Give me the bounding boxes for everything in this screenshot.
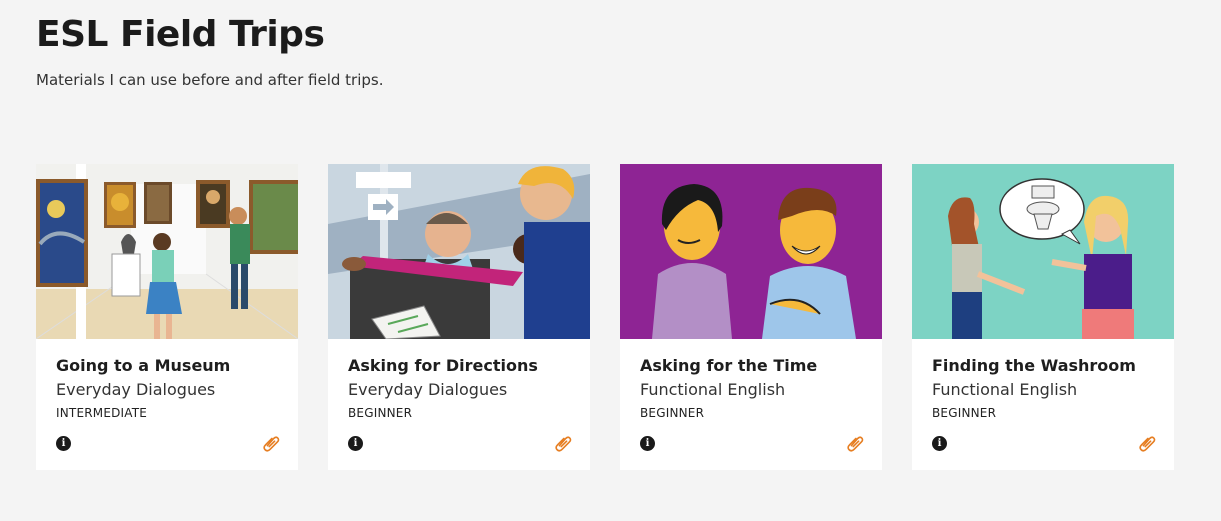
card-title[interactable]: Asking for the Time (640, 356, 817, 375)
card-title[interactable]: Going to a Museum (56, 356, 230, 375)
lesson-card[interactable]: Finding the Washroom Functional English … (912, 164, 1174, 470)
paperclip-icon[interactable] (554, 434, 572, 452)
card-category: Functional English (640, 380, 786, 399)
card-category: Functional English (932, 380, 1078, 399)
card-level: INTERMEDIATE (56, 406, 148, 420)
museum-gallery-illustration[interactable] (36, 164, 298, 339)
card-category: Everyday Dialogues (348, 380, 508, 399)
card-grid: Going to a Museum Everyday Dialogues INT… (36, 164, 1174, 470)
paperclip-icon[interactable] (846, 434, 864, 452)
lesson-card[interactable]: Asking for the Time Functional English B… (620, 164, 882, 470)
people-pointing-directions-illustration[interactable] (328, 164, 590, 339)
card-title[interactable]: Finding the Washroom (932, 356, 1136, 375)
paperclip-icon[interactable] (1138, 434, 1156, 452)
page-title: ESL Field Trips (36, 14, 325, 55)
info-icon[interactable]: i (932, 436, 947, 451)
info-icon[interactable]: i (640, 436, 655, 451)
info-icon[interactable]: i (348, 436, 363, 451)
card-level: BEGINNER (348, 406, 413, 420)
card-category: Everyday Dialogues (56, 380, 216, 399)
page-subtitle: Materials I can use before and after fie… (36, 71, 384, 89)
lesson-card[interactable]: Going to a Museum Everyday Dialogues INT… (36, 164, 298, 470)
two-people-talking-purple-illustration[interactable] (620, 164, 882, 339)
card-level: BEGINNER (640, 406, 705, 420)
washroom-speech-bubble-illustration[interactable] (912, 164, 1174, 339)
lesson-card[interactable]: Asking for Directions Everyday Dialogues… (328, 164, 590, 470)
info-icon[interactable]: i (56, 436, 71, 451)
paperclip-icon[interactable] (262, 434, 280, 452)
card-title[interactable]: Asking for Directions (348, 356, 538, 375)
card-level: BEGINNER (932, 406, 997, 420)
